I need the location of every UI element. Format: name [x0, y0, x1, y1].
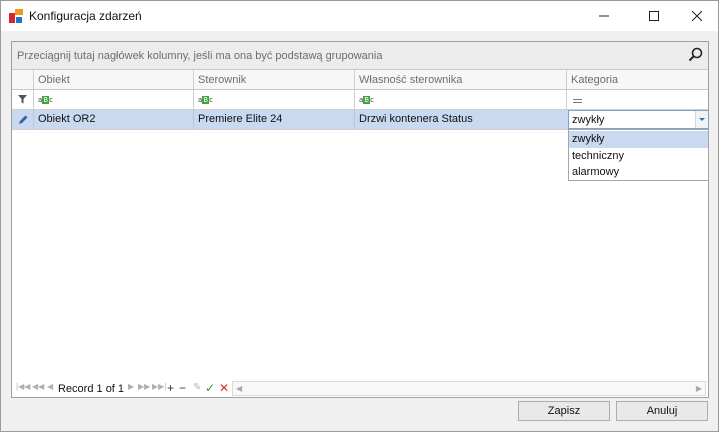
maximize-button[interactable] [631, 1, 677, 31]
cancel-edit-icon[interactable]: ✕ [219, 380, 229, 396]
pencil-icon [19, 115, 28, 124]
funnel-icon [18, 95, 27, 104]
last-record-icon[interactable]: ▶▶| [152, 382, 166, 391]
filter-indicator [12, 90, 33, 109]
check-icon[interactable]: ✓ [205, 380, 215, 396]
indicator-header [12, 70, 33, 89]
dropdown-option-alarmowy[interactable]: alarmowy [569, 164, 708, 181]
dialog-window: Konfiguracja zdarzeń Przeciągnij tutaj n… [0, 0, 719, 432]
cell-wlasnosc[interactable]: Drzwi kontenera Status [354, 110, 566, 129]
cell-sterownik[interactable]: Premiere Elite 24 [193, 110, 354, 129]
chevron-down-icon [699, 118, 705, 121]
scroll-left-icon[interactable]: ◀ [236, 382, 242, 395]
app-logo-icon [9, 9, 23, 23]
edit-icon[interactable]: ✎ [193, 380, 201, 396]
filter-cell-kategoria[interactable] [566, 90, 708, 109]
cancel-button[interactable]: Anuluj [616, 401, 708, 421]
scroll-right-icon[interactable]: ▶ [696, 382, 702, 395]
dropdown-option-zwykly[interactable]: zwykły [569, 131, 708, 148]
save-button[interactable]: Zapisz [518, 401, 610, 421]
title-bar: Konfiguracja zdarzeń [1, 1, 718, 31]
dropdown-option-techniczny[interactable]: techniczny [569, 148, 708, 165]
group-by-panel[interactable]: Przeciągnij tutaj nagłówek kolumny, jeśl… [12, 42, 708, 70]
search-icon[interactable] [688, 47, 704, 63]
next-page-icon[interactable]: ▶▶ [138, 382, 150, 391]
auto-filter-row: aBc aBc aBc [12, 90, 708, 110]
column-header-wlasnosc[interactable]: Własność sterownika [354, 70, 566, 89]
events-grid: Przeciągnij tutaj nagłówek kolumny, jeśl… [11, 41, 709, 398]
prev-page-icon[interactable]: ◀◀ [32, 382, 44, 391]
add-icon[interactable]: + [167, 380, 174, 396]
category-combo-value: zwykły [572, 114, 605, 126]
first-record-icon[interactable]: |◀◀ [16, 382, 30, 391]
maximize-icon [649, 11, 659, 21]
window-title: Konfiguracja zdarzeń [29, 9, 142, 23]
text-filter-icon: aBc [359, 96, 374, 104]
group-panel-hint: Przeciągnij tutaj nagłówek kolumny, jeśl… [17, 50, 383, 62]
column-header-obiekt[interactable]: Obiekt [33, 70, 193, 89]
close-button[interactable] [674, 1, 719, 31]
column-header-row: Obiekt Sterownik Własność sterownika Kat… [12, 70, 708, 90]
combo-dropdown-button[interactable] [695, 111, 708, 128]
cell-obiekt[interactable]: Obiekt OR2 [33, 110, 193, 129]
horizontal-scrollbar[interactable]: ◀ ▶ [232, 381, 706, 396]
close-icon [692, 11, 702, 21]
prev-record-icon[interactable]: ◀ [47, 382, 53, 391]
remove-icon[interactable]: − [179, 380, 186, 396]
record-counter: Record 1 of 1 [58, 383, 125, 395]
row-indicator [12, 110, 33, 129]
column-header-kategoria[interactable]: Kategoria [566, 70, 708, 89]
filter-cell-wlasnosc[interactable]: aBc [354, 90, 566, 109]
next-record-icon[interactable]: ▶ [128, 382, 134, 391]
category-combo[interactable]: zwykły [568, 110, 709, 129]
text-filter-icon: aBc [198, 96, 213, 104]
text-filter-icon: aBc [38, 96, 53, 104]
column-header-sterownik[interactable]: Sterownik [193, 70, 354, 89]
equals-filter-icon [573, 99, 582, 103]
filter-cell-obiekt[interactable]: aBc [33, 90, 193, 109]
category-dropdown-list: zwykły techniczny alarmowy [568, 129, 709, 181]
data-navigator: |◀◀ ◀◀ ◀ Record 1 of 1 ▶ ▶▶ ▶▶| + − ✎ ✓ … [12, 380, 708, 397]
minimize-icon [599, 15, 609, 17]
minimize-button[interactable] [581, 1, 627, 31]
filter-cell-sterownik[interactable]: aBc [193, 90, 354, 109]
